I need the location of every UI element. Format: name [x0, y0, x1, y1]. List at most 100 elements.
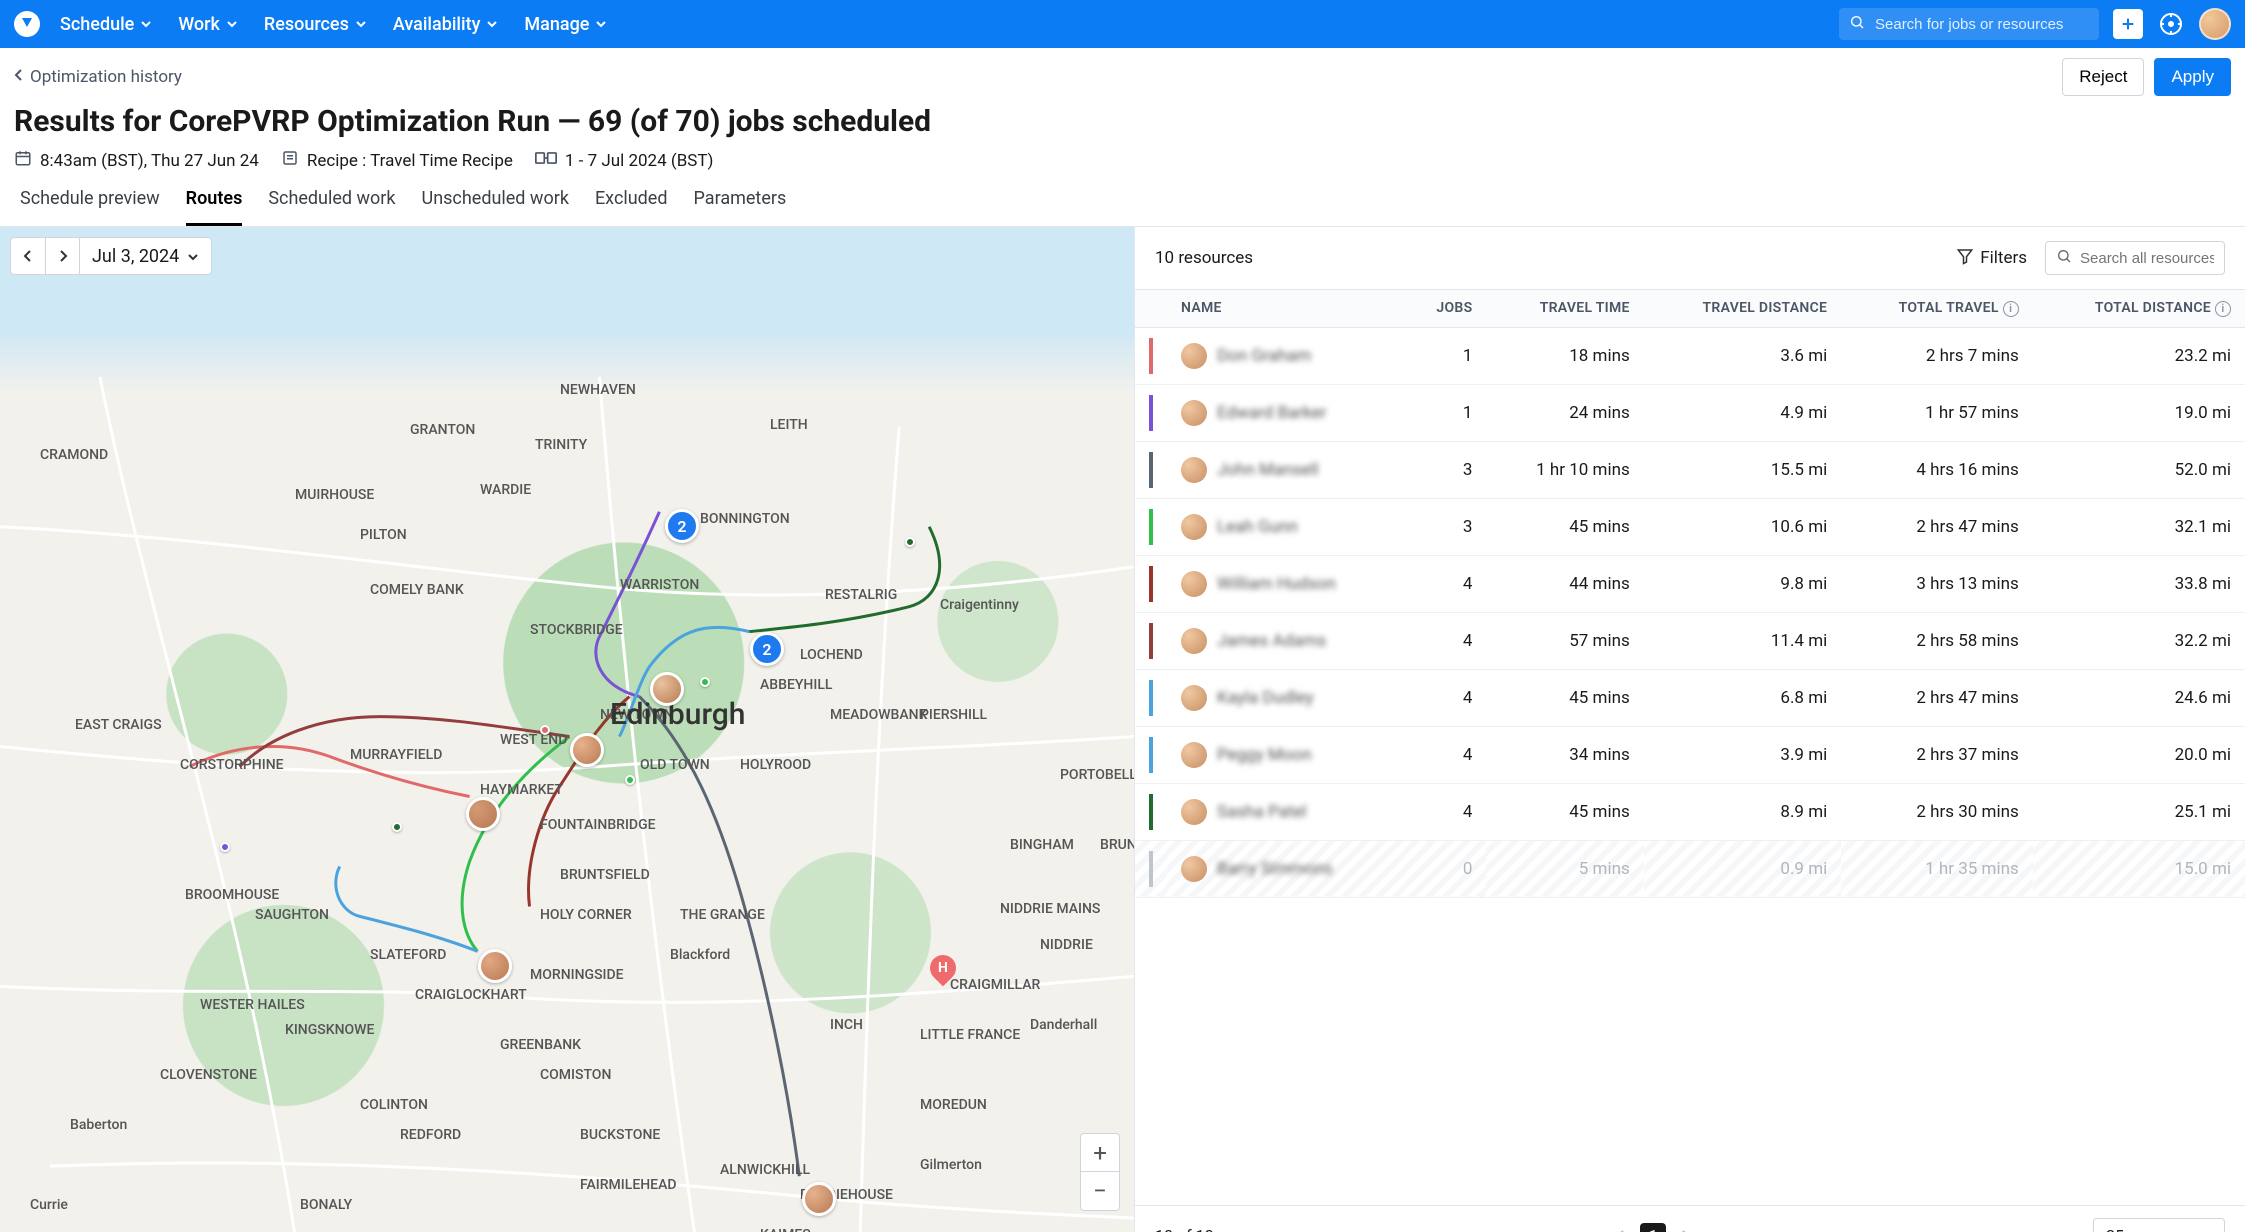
map-cluster-marker[interactable]: 2 — [750, 632, 784, 666]
col-name[interactable]: NAME — [1167, 290, 1404, 328]
route-stop-dot[interactable] — [392, 822, 402, 832]
nav-item-resources[interactable]: Resources — [262, 10, 369, 39]
map-resource-avatar[interactable] — [478, 949, 512, 983]
tab-schedule-preview[interactable]: Schedule preview — [20, 188, 160, 226]
date-picker[interactable]: Jul 3, 2024 — [79, 238, 211, 274]
range-icon — [535, 149, 557, 172]
cell-total-distance: 19.0 mi — [2033, 384, 2245, 441]
page-next-button[interactable] — [1672, 1223, 1698, 1232]
route-stop-dot[interactable] — [540, 725, 550, 735]
table-row[interactable]: Barry Simmons05 mins0.9 mi1 hr 35 mins15… — [1135, 840, 2245, 897]
meta-range: 1 - 7 Jul 2024 (BST) — [535, 149, 714, 172]
zoom-out-button[interactable]: − — [1081, 1172, 1119, 1210]
route-stop-dot[interactable] — [220, 842, 230, 852]
chevron-down-icon — [595, 14, 607, 35]
table-row[interactable]: Don Graham118 mins3.6 mi2 hrs 7 mins23.2… — [1135, 327, 2245, 384]
cell-total-travel: 2 hrs 37 mins — [1841, 726, 2033, 783]
date-prev-button[interactable] — [11, 238, 45, 274]
avatar — [1181, 799, 1207, 825]
date-next-button[interactable] — [45, 238, 79, 274]
info-icon[interactable]: i — [2215, 301, 2231, 317]
nav-item-work[interactable]: Work — [176, 10, 240, 39]
chevron-left-icon — [14, 67, 24, 87]
create-button[interactable] — [2113, 9, 2143, 39]
map-resource-avatar[interactable] — [466, 797, 500, 831]
map-resource-avatar[interactable] — [802, 1182, 836, 1216]
resource-name: Peggy Moon — [1217, 745, 1312, 765]
resource-search[interactable] — [2045, 241, 2225, 275]
page-number-button[interactable]: 1 — [1640, 1223, 1666, 1232]
resource-name: Kayla Dudley — [1217, 688, 1314, 708]
route-stop-dot[interactable] — [905, 537, 915, 547]
tab-excluded[interactable]: Excluded — [595, 188, 668, 226]
col-jobs[interactable]: JOBS — [1404, 290, 1487, 328]
map-resource-avatar[interactable] — [650, 672, 684, 706]
chevron-down-icon — [2200, 1226, 2212, 1232]
nav-item-availability[interactable]: Availability — [391, 10, 501, 39]
resource-name: William Hudson — [1217, 574, 1336, 594]
date-navigator: Jul 3, 2024 — [10, 237, 212, 275]
col-total-distance[interactable]: TOTAL DISTANCEi — [2033, 290, 2245, 328]
avatar — [1181, 457, 1207, 483]
col-travel-distance[interactable]: TRAVEL DISTANCE — [1644, 290, 1842, 328]
route-stop-dot[interactable] — [700, 677, 710, 687]
cell-total-travel: 1 hr 35 mins — [1841, 840, 2033, 897]
map-resource-avatar[interactable] — [570, 733, 604, 767]
pagination: 1 — [1608, 1223, 1698, 1232]
page-title: Results for CorePVRP Optimization Run — … — [14, 104, 2231, 139]
chevron-down-icon — [187, 246, 199, 267]
per-page-selector[interactable]: 25 per page — [2093, 1218, 2225, 1232]
table-row[interactable]: Edward Barker124 mins4.9 mi1 hr 57 mins1… — [1135, 384, 2245, 441]
table-row[interactable]: William Hudson444 mins9.8 mi3 hrs 13 min… — [1135, 555, 2245, 612]
tab-parameters[interactable]: Parameters — [694, 188, 787, 226]
table-row[interactable]: Leah Gunn345 mins10.6 mi2 hrs 47 mins32.… — [1135, 498, 2245, 555]
table-row[interactable]: Sasha Patel445 mins8.9 mi2 hrs 30 mins25… — [1135, 783, 2245, 840]
tab-routes[interactable]: Routes — [186, 188, 243, 226]
cell-jobs: 3 — [1404, 498, 1487, 555]
table-row[interactable]: John Mansell31 hr 10 mins15.5 mi4 hrs 16… — [1135, 441, 2245, 498]
cell-travel-distance: 8.9 mi — [1644, 783, 1842, 840]
cell-jobs: 3 — [1404, 441, 1487, 498]
map-panel[interactable]: Jul 3, 2024 CRAMONDNEWHAVENLEITHTRINIT — [0, 227, 1135, 1232]
cell-travel-distance: 6.8 mi — [1644, 669, 1842, 726]
chevron-down-icon — [355, 14, 367, 35]
nav-item-schedule[interactable]: Schedule — [58, 10, 154, 39]
info-icon[interactable]: i — [2003, 301, 2019, 317]
filters-button[interactable]: Filters — [1956, 247, 2027, 270]
avatar — [1181, 343, 1207, 369]
help-icon[interactable] — [2157, 10, 2185, 38]
reject-button[interactable]: Reject — [2062, 58, 2144, 96]
cell-total-travel: 2 hrs 30 mins — [1841, 783, 2033, 840]
cell-travel-time: 34 mins — [1486, 726, 1643, 783]
date-value: Jul 3, 2024 — [92, 246, 179, 267]
resource-name: Sasha Patel — [1217, 802, 1307, 822]
cell-travel-time: 5 mins — [1486, 840, 1643, 897]
user-avatar[interactable] — [2199, 8, 2231, 40]
page-prev-button[interactable] — [1608, 1223, 1634, 1232]
table-row[interactable]: Peggy Moon434 mins3.9 mi2 hrs 37 mins20.… — [1135, 726, 2245, 783]
breadcrumb[interactable]: Optimization history — [14, 67, 182, 87]
col-travel-time[interactable]: TRAVEL TIME — [1486, 290, 1643, 328]
route-stop-dot[interactable] — [625, 775, 635, 785]
nav-item-manage[interactable]: Manage — [522, 10, 609, 39]
cell-total-travel: 3 hrs 13 mins — [1841, 555, 2033, 612]
brand-icon[interactable] — [14, 11, 40, 37]
map-cluster-marker[interactable]: 2 — [665, 509, 699, 543]
chevron-down-icon — [226, 14, 238, 35]
resource-name: Leah Gunn — [1217, 517, 1298, 537]
table-row[interactable]: Kayla Dudley445 mins6.8 mi2 hrs 47 mins2… — [1135, 669, 2245, 726]
tab-unscheduled-work[interactable]: Unscheduled work — [422, 188, 569, 226]
global-search-input[interactable] — [1875, 16, 2089, 33]
cell-total-travel: 2 hrs 58 mins — [1841, 612, 2033, 669]
cell-travel-time: 24 mins — [1486, 384, 1643, 441]
zoom-in-button[interactable]: + — [1081, 1134, 1119, 1172]
col-total-travel[interactable]: TOTAL TRAVELi — [1841, 290, 2033, 328]
meta-recipe: Recipe : Travel Time Recipe — [281, 149, 513, 172]
tab-scheduled-work[interactable]: Scheduled work — [268, 188, 395, 226]
apply-button[interactable]: Apply — [2154, 58, 2231, 96]
global-search[interactable] — [1839, 8, 2099, 40]
resource-panel: 10 resources Filters NAME JOBS TRAVEL TI — [1135, 227, 2245, 1232]
resource-search-input[interactable] — [2080, 250, 2214, 267]
cell-total-travel: 1 hr 57 mins — [1841, 384, 2033, 441]
table-row[interactable]: James Adams457 mins11.4 mi2 hrs 58 mins3… — [1135, 612, 2245, 669]
